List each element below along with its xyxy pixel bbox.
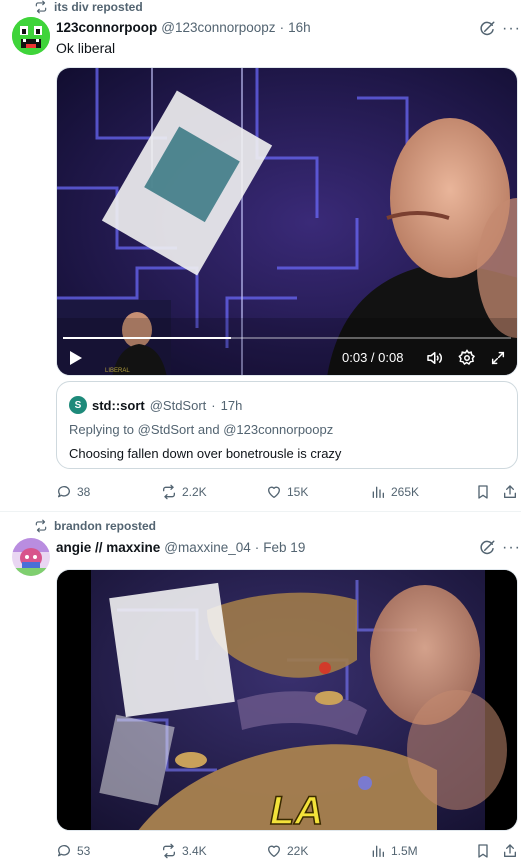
repost-icon [35, 0, 47, 14]
action-bar: 38 2.2K 15K 265K [56, 484, 518, 504]
like-button[interactable]: 22K [266, 843, 308, 859]
video-controls: 0:03 / 0:08 [57, 327, 517, 375]
repost-icon [163, 843, 175, 859]
like-count: 22K [287, 844, 309, 858]
repost-text[interactable]: its div reposted [54, 0, 143, 14]
repost-button[interactable]: 3.4K [161, 843, 207, 859]
reply-count: 38 [77, 485, 91, 499]
author-handle[interactable]: @maxxine_04 [164, 540, 251, 555]
timestamp[interactable]: Feb 19 [263, 540, 305, 555]
reply-user-link[interactable]: @123connorpoopz [223, 422, 333, 437]
repost-count: 3.4K [182, 844, 207, 858]
author-name[interactable]: 123connorpoop [56, 20, 157, 35]
video-frame: LA [57, 570, 517, 831]
views-count: 265K [391, 485, 420, 499]
separator: · [279, 20, 285, 35]
video-player[interactable]: LA [56, 569, 518, 831]
quote-avatar[interactable]: S [69, 396, 87, 414]
reply-user-link[interactable]: @StdSort [138, 422, 195, 437]
replying-to-label: Replying to [69, 422, 135, 437]
post-1[interactable]: its div reposted 123connorpoop @123conno… [0, 0, 521, 512]
author-handle[interactable]: @123connorpoopz [161, 20, 275, 35]
repost-indicator: brandon reposted [34, 519, 156, 533]
replying-and: and [197, 422, 220, 437]
volume-icon[interactable] [425, 349, 443, 367]
separator: · [211, 397, 216, 413]
more-icon[interactable]: ··· [502, 540, 521, 556]
views-button[interactable]: 1.5M [370, 843, 418, 859]
views-icon [372, 486, 384, 498]
fullscreen-icon[interactable] [490, 350, 506, 366]
replying-to: Replying to @StdSort and @123connorpoopz [69, 422, 333, 437]
grok-icon[interactable] [478, 20, 496, 38]
views-button[interactable]: 265K [370, 484, 419, 500]
repost-icon [163, 484, 175, 500]
timestamp[interactable]: 16h [288, 20, 311, 35]
quote-text: Choosing fallen down over bonetrousle is… [69, 446, 342, 461]
reply-count: 53 [77, 844, 91, 858]
like-count: 15K [287, 485, 309, 499]
heart-icon [268, 845, 280, 857]
quote-timestamp[interactable]: 17h [221, 398, 243, 413]
avatar[interactable] [12, 538, 50, 576]
avatar[interactable] [12, 17, 50, 55]
grok-icon[interactable] [478, 539, 496, 557]
heart-icon [268, 486, 280, 498]
post-header: angie // maxxine @maxxine_04 · Feb 19 [56, 540, 305, 555]
separator: · [254, 540, 260, 555]
quote-author-handle[interactable]: @StdSort [150, 398, 207, 413]
repost-count: 2.2K [182, 485, 207, 499]
repost-button[interactable]: 2.2K [161, 484, 207, 500]
views-count: 1.5M [391, 844, 418, 858]
reply-button[interactable]: 53 [56, 843, 90, 859]
quote-author-name[interactable]: std::sort [92, 398, 145, 413]
post-2[interactable]: brandon reposted angie // maxxine @maxxi… [0, 513, 521, 861]
action-bar: 53 3.4K 22K 1.5M [56, 843, 518, 861]
share-icon[interactable] [502, 843, 518, 859]
share-icon[interactable] [502, 484, 518, 500]
reply-button[interactable]: 38 [56, 484, 90, 500]
video-player[interactable]: LIBERAL 0:03 / 0:08 [56, 67, 518, 376]
quote-header: S std::sort @StdSort · 17h [69, 396, 242, 414]
quoted-tweet[interactable]: S std::sort @StdSort · 17h Replying to @… [56, 381, 518, 469]
bookmark-icon[interactable] [475, 843, 491, 859]
repost-text[interactable]: brandon reposted [54, 519, 156, 533]
bookmark-icon[interactable] [475, 484, 491, 500]
tweet-text: Ok liberal [56, 40, 116, 56]
repost-icon [35, 519, 47, 533]
progress-fill [63, 337, 231, 339]
video-time: 0:03 / 0:08 [342, 350, 404, 365]
author-name[interactable]: angie // maxxine [56, 540, 160, 555]
post-header: 123connorpoop @123connorpoopz · 16h [56, 20, 311, 35]
views-icon [372, 845, 384, 857]
repost-indicator: its div reposted [34, 0, 143, 14]
like-button[interactable]: 15K [266, 484, 308, 500]
reply-icon [57, 845, 70, 857]
reply-icon [57, 486, 70, 498]
progress-bar[interactable] [63, 337, 511, 339]
settings-icon[interactable] [458, 349, 476, 367]
more-icon[interactable]: ··· [502, 21, 521, 37]
play-icon[interactable] [69, 350, 83, 366]
video-overlay-text: LA [270, 789, 323, 831]
